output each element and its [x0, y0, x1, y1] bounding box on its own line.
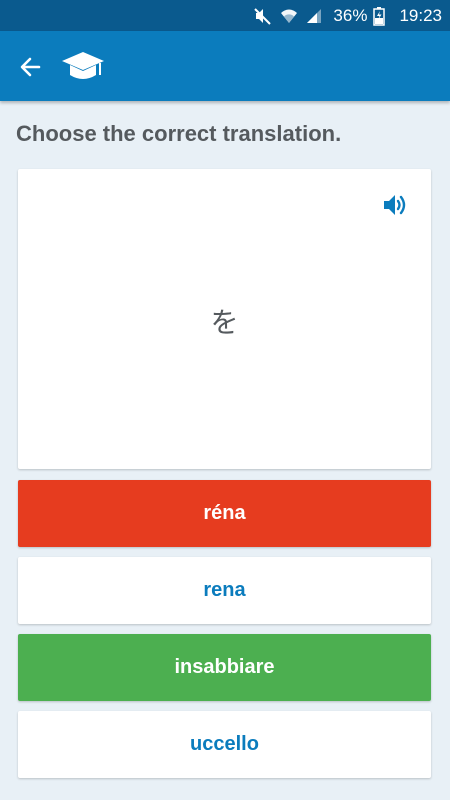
answer-option-rena[interactable]: rena — [18, 557, 431, 624]
back-arrow-icon — [20, 57, 41, 77]
wifi-icon — [279, 6, 299, 26]
word-card: を — [18, 169, 431, 469]
mute-icon — [253, 6, 273, 26]
back-button[interactable] — [14, 51, 46, 83]
app-bar — [0, 31, 450, 101]
clock: 19:23 — [399, 5, 442, 25]
status-bar: 36% 19:23 — [0, 0, 450, 31]
quiz-word: を — [210, 307, 239, 338]
status-icons: 36% 19:23 — [253, 0, 442, 31]
quiz-prompt: Choose the correct translation. — [16, 121, 342, 146]
speaker-icon — [384, 195, 406, 215]
battery-percent: 36% — [333, 5, 368, 25]
graduation-cap-icon — [60, 49, 106, 90]
signal-icon — [305, 7, 323, 25]
play-audio-button[interactable] — [381, 191, 409, 219]
answer-option-insabbiare[interactable]: insabbiare — [18, 634, 431, 701]
battery-icon — [373, 6, 386, 26]
answer-option-uccello[interactable]: uccello — [18, 711, 431, 778]
answer-option-rena-accent[interactable]: réna — [18, 480, 431, 547]
